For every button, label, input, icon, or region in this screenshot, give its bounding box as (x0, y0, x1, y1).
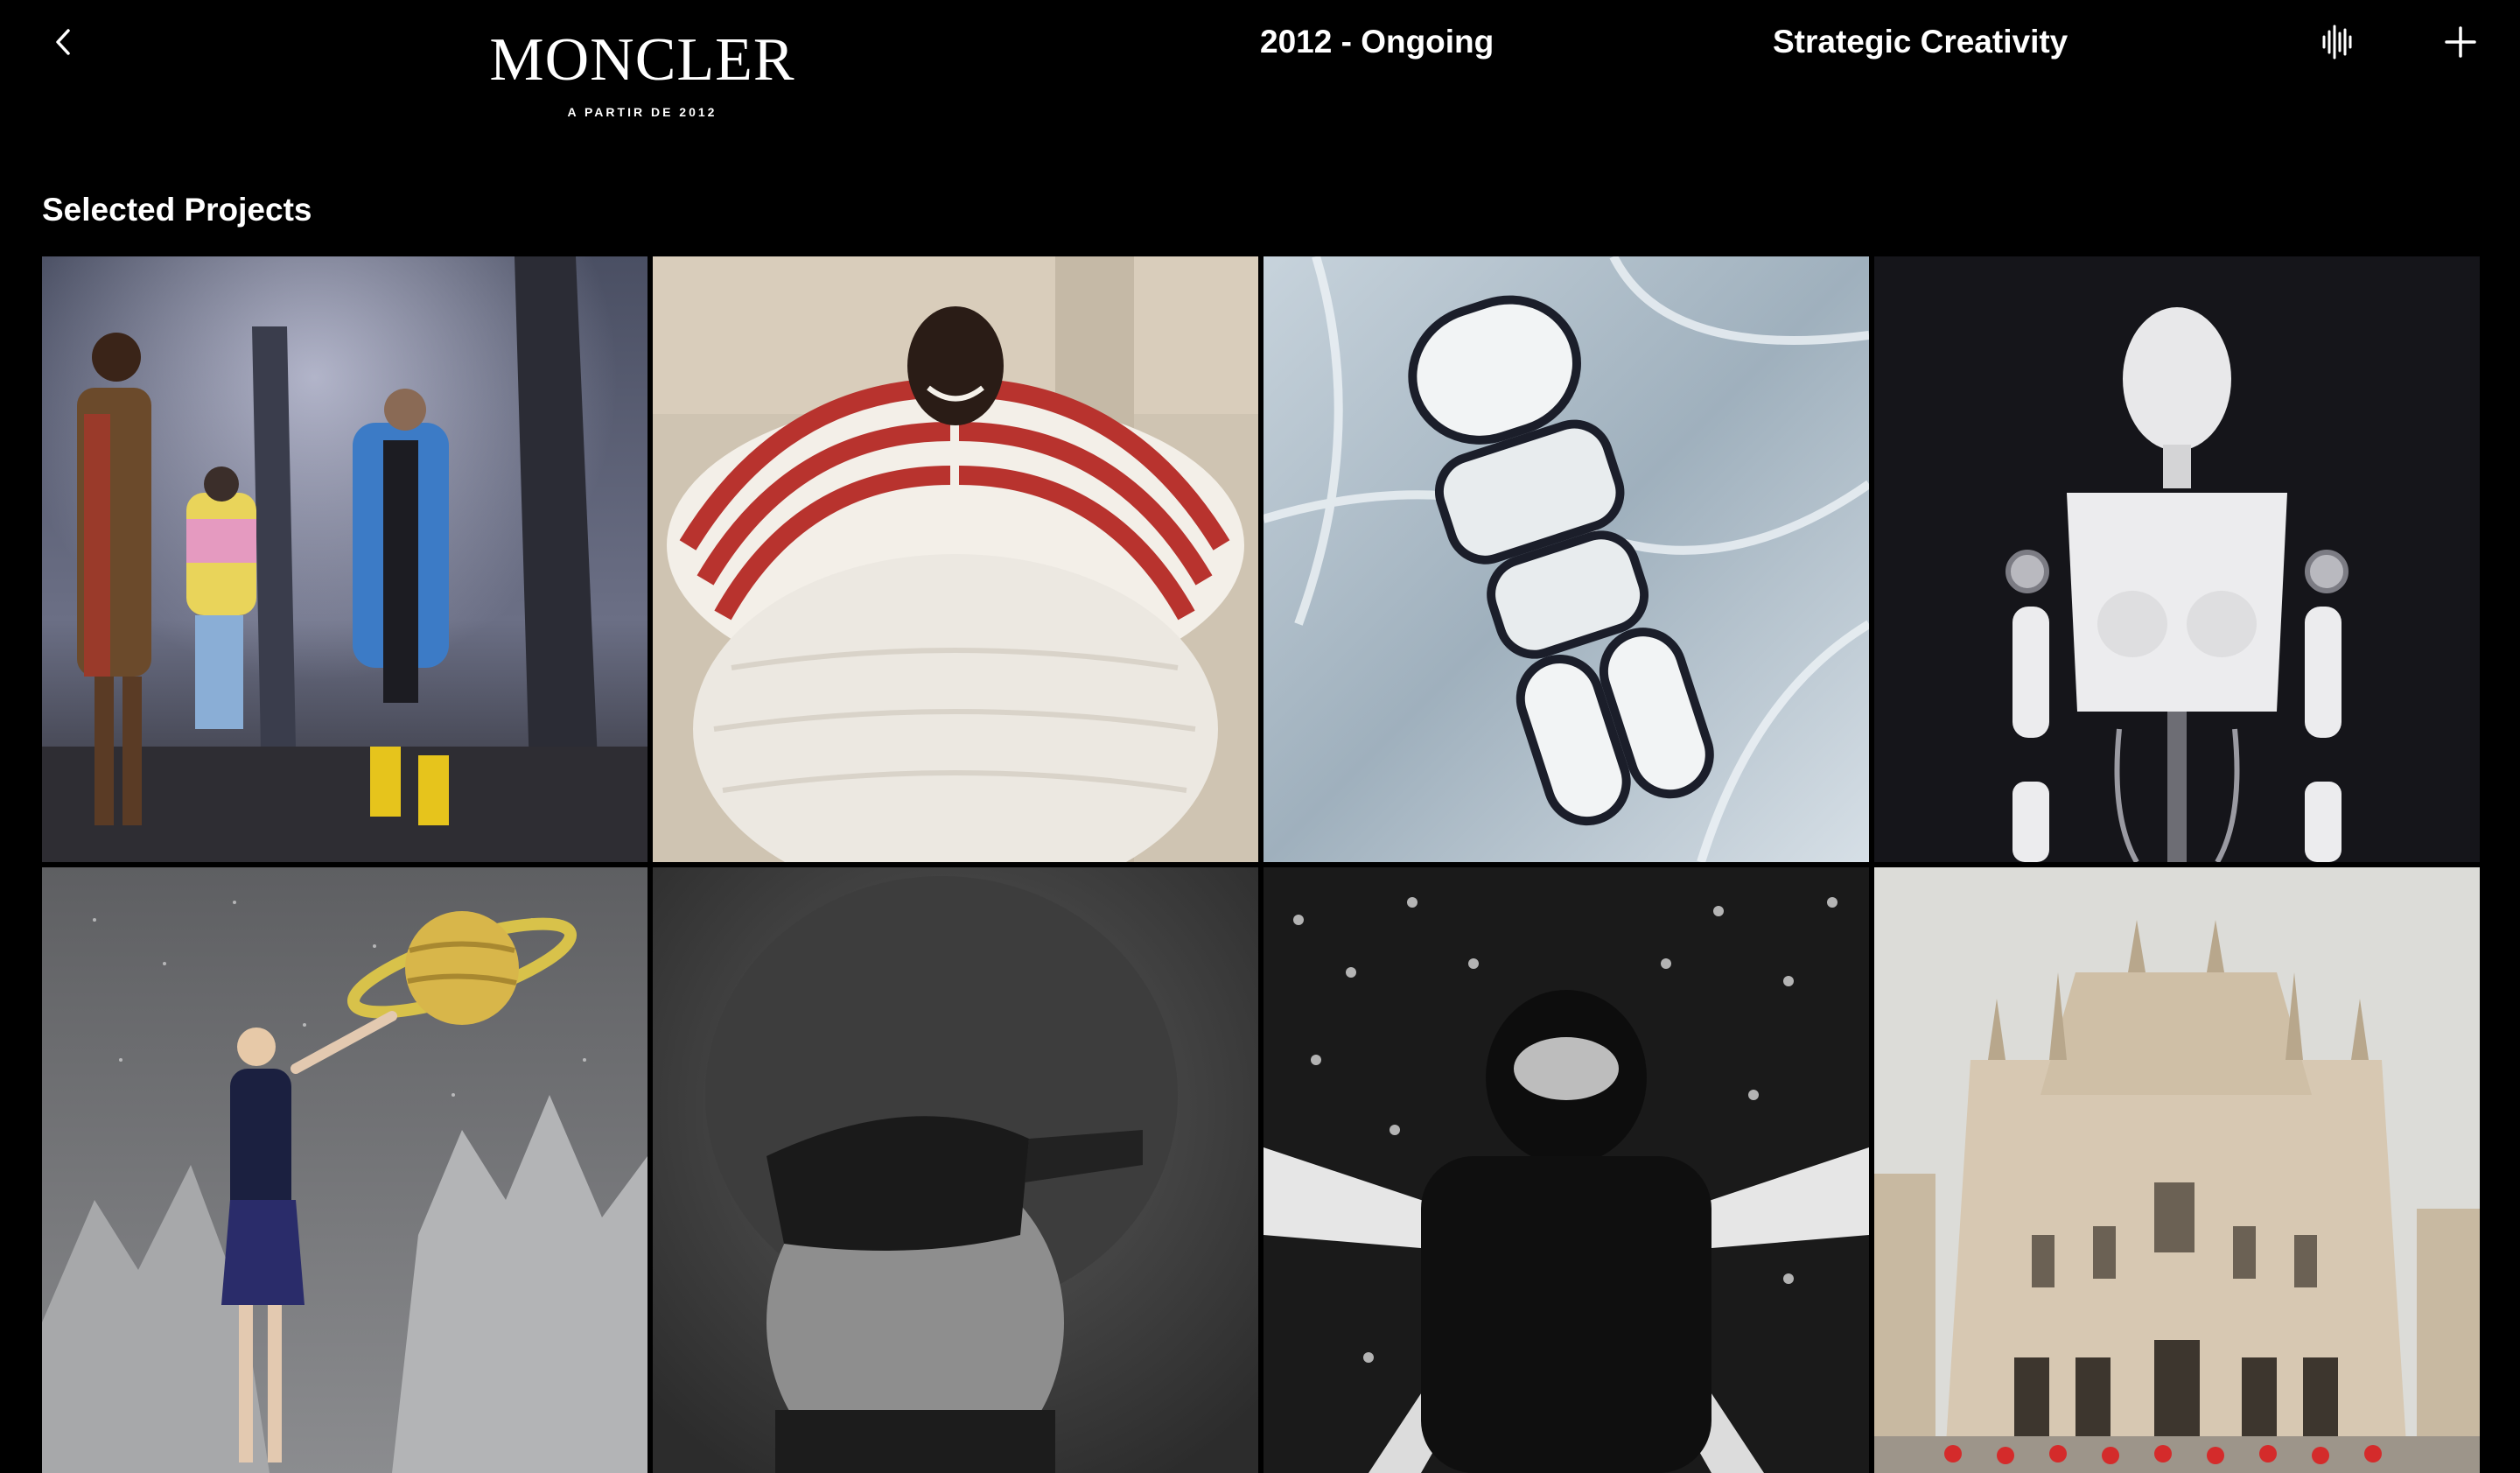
ski-goggles-image (653, 867, 1258, 1473)
sneaker-sole-image (1264, 256, 1869, 862)
section-title: Selected Projects (42, 192, 312, 228)
audio-wave-icon (2322, 25, 2352, 60)
project-tile-ski-goggles[interactable] (653, 867, 1258, 1473)
logo-subtitle: A PARTIR DE 2012 (567, 105, 718, 119)
plus-icon (2445, 26, 2476, 58)
logo-wordmark: MONCLER (489, 26, 795, 94)
runway-show-image (42, 256, 648, 862)
project-tile-saturn-fantasy[interactable] (42, 867, 648, 1473)
site-header: MONCLER A PARTIR DE 2012 2012 - Ongoing … (0, 0, 2520, 140)
milan-cathedral-image (1874, 867, 2480, 1473)
project-tile-star-tunnel[interactable] (1264, 867, 1869, 1473)
project-tile-robot-mannequin[interactable] (1874, 256, 2480, 862)
striped-puffer-image (653, 256, 1258, 862)
project-tile-runway-show[interactable] (42, 256, 648, 862)
add-button[interactable] (2441, 23, 2480, 61)
project-period: 2012 - Ongoing (1260, 24, 1494, 60)
back-button[interactable] (46, 25, 80, 60)
project-tile-striped-puffer[interactable] (653, 256, 1258, 862)
saturn-fantasy-image (42, 867, 648, 1473)
project-tile-milan-cathedral[interactable] (1874, 867, 2480, 1473)
projects-grid (42, 256, 2480, 1473)
chevron-left-icon (56, 29, 70, 55)
star-tunnel-image (1264, 867, 1869, 1473)
audio-toggle-button[interactable] (2319, 23, 2357, 61)
robot-mannequin-image (1874, 256, 2480, 862)
project-tile-sneaker-sole[interactable] (1264, 256, 1869, 862)
brand-logo[interactable]: MONCLER A PARTIR DE 2012 (486, 26, 798, 120)
project-category: Strategic Creativity (1773, 24, 2068, 60)
